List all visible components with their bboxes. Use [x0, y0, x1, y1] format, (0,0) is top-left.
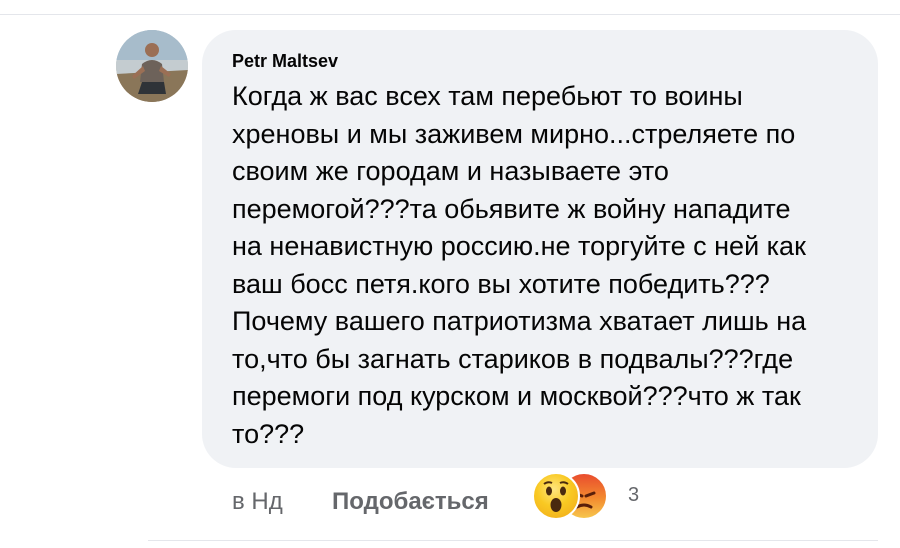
avatar[interactable]: [116, 30, 188, 102]
comment-bubble: Petr Maltsev Когда ж вас всех там перебь…: [202, 30, 878, 468]
comment-author[interactable]: Petr Maltsev: [232, 50, 848, 72]
wow-reaction-icon: [532, 472, 580, 520]
comment-text-line: то,что бы загнать стариков в подвалы???г…: [232, 343, 794, 374]
comment-text-line: то???: [232, 418, 305, 449]
comment-text-line: ваш босс петя.кого вы хотите победить???: [232, 268, 770, 299]
avatar-photo: [116, 30, 188, 102]
comment-text-line: перемогой???та обьявите ж войну нападите: [232, 193, 791, 224]
comment-text-line: перемоги под курском и москвой???что ж т…: [232, 381, 801, 411]
comment-text-line: Почему вашего патриотизма хватает лишь н…: [232, 306, 807, 336]
top-divider: [0, 14, 900, 15]
reactions-summary[interactable]: [532, 472, 616, 522]
comment-text-line: Когда ж вас всех там перебьют то воины: [232, 81, 743, 111]
reaction-count[interactable]: 3: [628, 484, 639, 507]
comment-text-line: хреновы и мы заживем мирно...стреляете п…: [232, 118, 796, 149]
comment-text-line: на ненавистную россию.не торгуйте с ней …: [232, 231, 806, 261]
comment-timestamp[interactable]: в Нд: [232, 488, 283, 516]
bottom-divider: [148, 540, 878, 541]
comment-text-line: своим же городам и называете это: [232, 156, 669, 186]
like-button[interactable]: Подобається: [332, 488, 489, 516]
